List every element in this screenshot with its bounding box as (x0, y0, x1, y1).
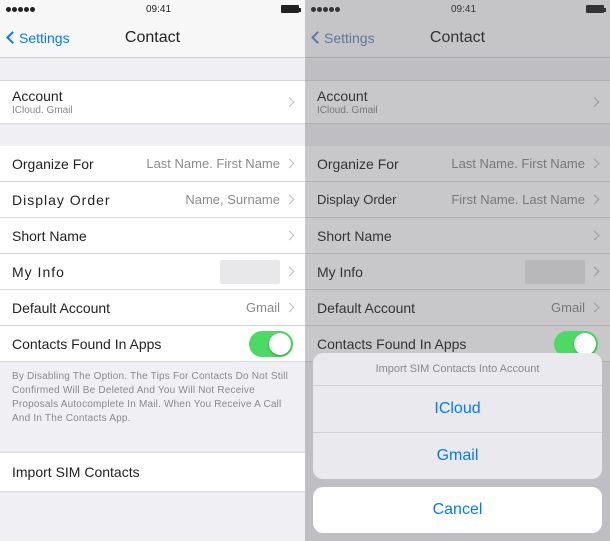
row-my-info[interactable]: My Info (0, 254, 305, 290)
sheet-cancel-button[interactable]: Cancel (313, 487, 602, 533)
chevron-right-icon (285, 231, 295, 241)
battery-icon (281, 5, 299, 13)
page-title: Contact (125, 29, 180, 47)
row-import-sim[interactable]: Import SIM Contacts (0, 452, 305, 492)
footer-explanation: By Disabling The Option. The Tips For Co… (0, 362, 305, 434)
row-found-in-apps: Contacts Found In Apps (0, 326, 305, 362)
sheet-option-icloud[interactable]: ICloud (313, 386, 602, 433)
signal-dots-icon (6, 4, 36, 15)
my-info-label: My Info (12, 264, 65, 280)
display-order-label: Display Order (12, 192, 111, 208)
screen-contacts-settings: 09:41 Settings Contact Account ICloud. G… (0, 0, 305, 541)
chevron-right-icon (285, 97, 295, 107)
row-default-account[interactable]: Default Account Gmail (0, 290, 305, 326)
default-account-value: Gmail (246, 300, 280, 315)
action-sheet-backdrop: Import SIM Contacts Into Account ICloud … (305, 0, 610, 541)
status-bar: 09:41 (0, 0, 305, 18)
row-display-order[interactable]: Display Order Name, Surname (0, 182, 305, 218)
chevron-right-icon (285, 195, 295, 205)
account-sub: ICloud. Gmail (12, 105, 73, 116)
chevron-right-icon (285, 159, 295, 169)
back-label: Settings (19, 30, 70, 46)
found-in-apps-toggle[interactable] (249, 331, 293, 357)
action-sheet: Import SIM Contacts Into Account ICloud … (313, 353, 602, 479)
status-time: 09:41 (146, 4, 171, 15)
action-sheet-title: Import SIM Contacts Into Account (313, 353, 602, 386)
default-account-label: Default Account (12, 300, 110, 316)
row-short-name[interactable]: Short Name (0, 218, 305, 254)
my-info-placeholder (220, 260, 280, 284)
chevron-right-icon (285, 267, 295, 277)
organize-label: Organize For (12, 156, 94, 172)
account-label: Account (12, 88, 63, 104)
import-sim-label: Import SIM Contacts (12, 464, 140, 480)
back-button[interactable]: Settings (8, 30, 70, 46)
sheet-option-gmail[interactable]: Gmail (313, 433, 602, 479)
chevron-left-icon (6, 31, 19, 44)
short-name-label: Short Name (12, 228, 87, 244)
navbar: Settings Contact (0, 18, 305, 58)
row-organize-for[interactable]: Organize For Last Name. First Name (0, 146, 305, 182)
row-account[interactable]: Account ICloud. Gmail (0, 80, 305, 124)
found-in-apps-label: Contacts Found In Apps (12, 336, 161, 352)
organize-value: Last Name. First Name (146, 156, 280, 171)
screen-import-sheet: 09:41 Settings Contact Account ICloud. G… (305, 0, 610, 541)
chevron-right-icon (285, 303, 295, 313)
display-order-value: Name, Surname (185, 192, 280, 207)
